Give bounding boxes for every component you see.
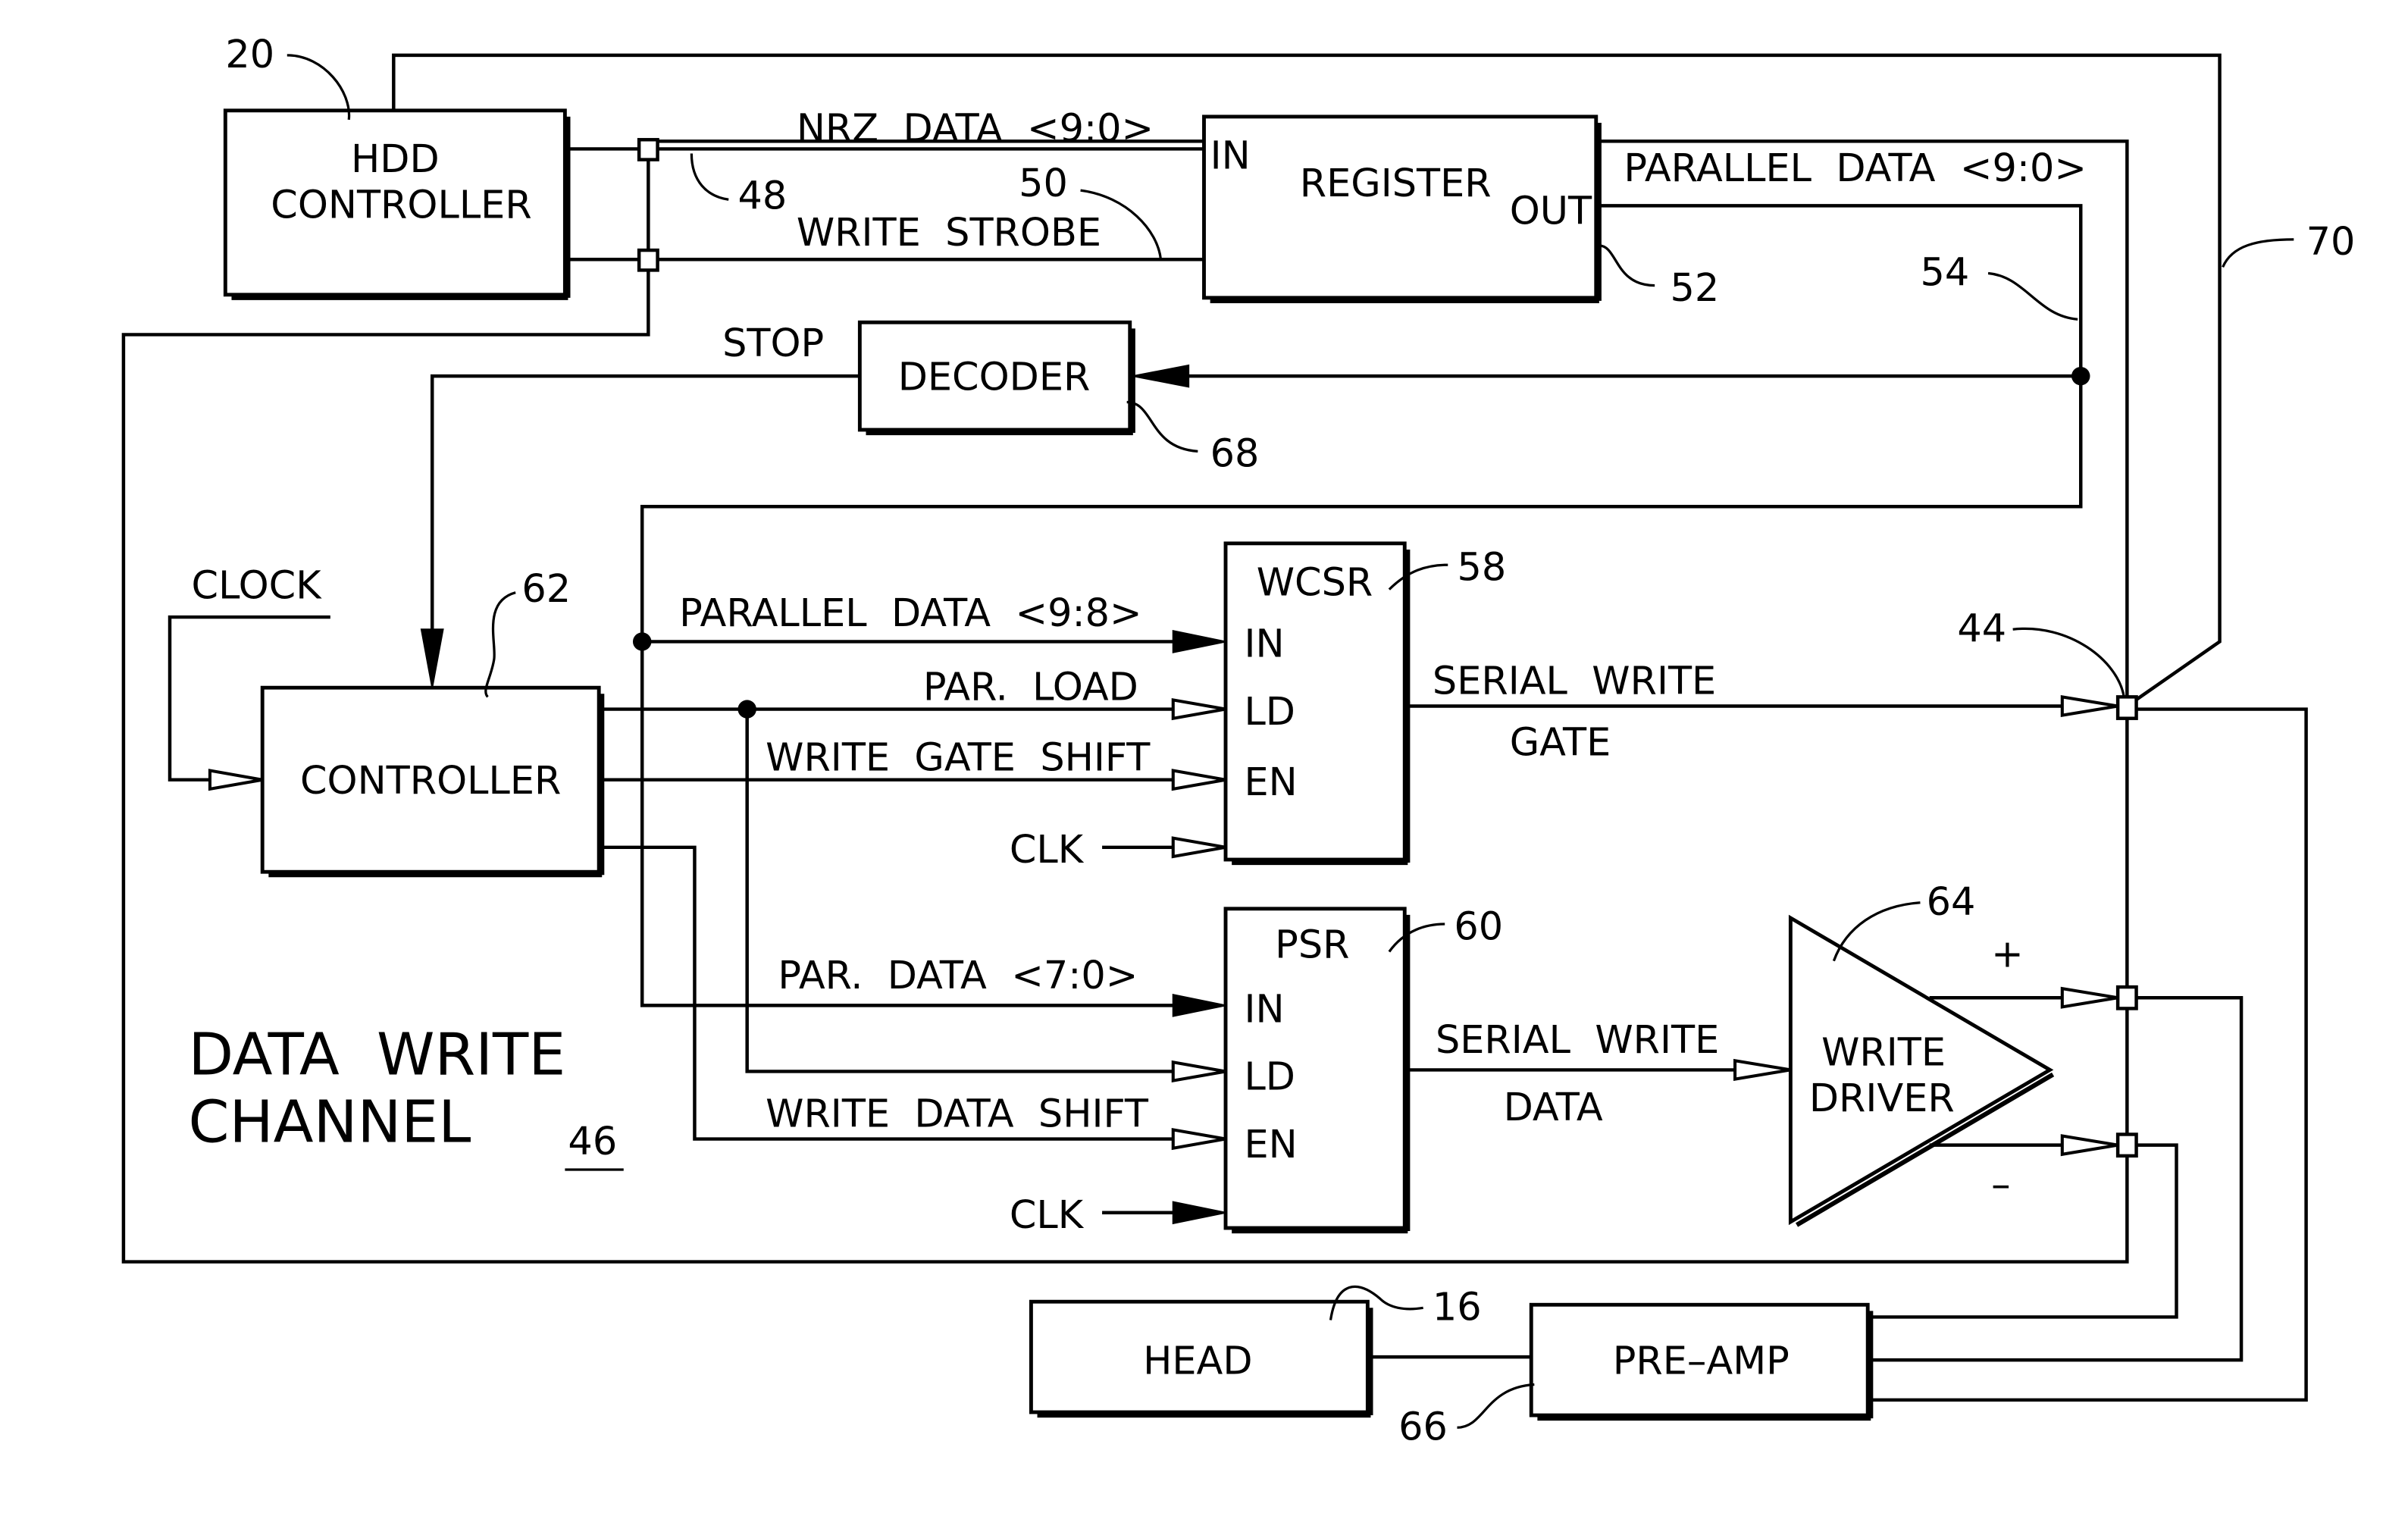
ref-68: 68 bbox=[1210, 431, 1260, 476]
parallel-data-9-0-label: PARALLEL DATA <9:0> bbox=[1624, 146, 2087, 190]
ref-60: 60 bbox=[1454, 904, 1503, 948]
leader-44 bbox=[2012, 627, 2125, 697]
register-out-label: OUT bbox=[1510, 189, 1592, 233]
par-data-7-0-label: PAR. DATA <7:0> bbox=[778, 953, 1138, 998]
psr-clk-label: CLK bbox=[1010, 1192, 1085, 1237]
decoder-block: DECODER bbox=[857, 320, 1135, 436]
write-driver-plus: + bbox=[1991, 932, 2024, 976]
pre-amp-label: PRE–AMP bbox=[1613, 1339, 1790, 1383]
write-driver-minus: – bbox=[1991, 1162, 2010, 1207]
nrz-data-label: NRZ DATA <9:0> bbox=[797, 105, 1154, 150]
arrow-wcsr-in bbox=[1172, 630, 1226, 653]
pre-amp-block: PRE–AMP bbox=[1529, 1302, 1874, 1421]
hdd-controller-label-1: HDD bbox=[351, 136, 440, 181]
leader-48 bbox=[690, 153, 729, 201]
serial-write-data-label-1: SERIAL WRITE bbox=[1436, 1017, 1719, 1062]
arrow-wcsr-en bbox=[1171, 769, 1226, 791]
leader-54 bbox=[1987, 271, 2078, 321]
leader-62 bbox=[484, 591, 516, 698]
wcsr-block: WCSR IN LD EN bbox=[1223, 541, 1411, 866]
serial-write-gate-label-1: SERIAL WRITE bbox=[1433, 658, 1716, 703]
channel-label-2: CHANNEL bbox=[188, 1089, 471, 1157]
write-driver-label-1: WRITE bbox=[1821, 1029, 1946, 1074]
arrow-serial-write-gate bbox=[2060, 694, 2118, 718]
hdd-controller-block: HDD CONTROLLER bbox=[223, 108, 571, 300]
arrow-psr-ld bbox=[1171, 1060, 1226, 1083]
psr-ld-label: LD bbox=[1244, 1054, 1295, 1099]
stop-label: STOP bbox=[722, 321, 824, 365]
arrow-psr-in bbox=[1172, 993, 1226, 1017]
controller-label: CONTROLLER bbox=[300, 758, 561, 803]
ref-70: 70 bbox=[2306, 219, 2356, 264]
wcsr-label: WCSR bbox=[1257, 560, 1373, 605]
hdd-controller-label-2: CONTROLLER bbox=[271, 183, 531, 227]
arrow-serial-write-data bbox=[1733, 1058, 1791, 1081]
head-label: HEAD bbox=[1143, 1339, 1252, 1383]
ref-58: 58 bbox=[1457, 545, 1506, 590]
ref-48: 48 bbox=[737, 174, 787, 218]
leader-52 bbox=[1599, 244, 1655, 287]
ref-50: 50 bbox=[1019, 161, 1068, 205]
ref-44: 44 bbox=[1957, 606, 2006, 651]
wcsr-in-label: IN bbox=[1244, 622, 1284, 666]
serial-write-data-label-2: DATA bbox=[1504, 1085, 1603, 1129]
ref-62: 62 bbox=[521, 566, 571, 611]
leader-70 bbox=[2222, 238, 2294, 268]
ref-52: 52 bbox=[1671, 265, 1720, 310]
register-in-label: IN bbox=[1210, 133, 1251, 178]
terminal-48a bbox=[637, 138, 659, 161]
arrow-driver-minus bbox=[2060, 1134, 2118, 1157]
terminal-minus bbox=[2115, 1132, 2138, 1158]
arrow-wcsr-clk bbox=[1171, 836, 1226, 859]
ref-16: 16 bbox=[1433, 1285, 1482, 1330]
channel-label-1: DATA WRITE bbox=[188, 1021, 565, 1089]
arrow-decoder-in bbox=[1132, 364, 1190, 388]
ref-64: 64 bbox=[1927, 879, 1976, 924]
controller-block: CONTROLLER bbox=[260, 685, 605, 878]
psr-block: PSR IN LD EN bbox=[1223, 907, 1411, 1234]
ref-46: 46 bbox=[568, 1119, 617, 1164]
terminal-44 bbox=[2115, 695, 2138, 720]
register-block: IN REGISTER OUT bbox=[1202, 114, 1602, 303]
write-gate-shift-label: WRITE GATE SHIFT bbox=[766, 735, 1151, 780]
arrow-clock bbox=[208, 769, 263, 791]
head-block: HEAD bbox=[1029, 1299, 1373, 1418]
psr-label: PSR bbox=[1275, 923, 1349, 967]
leader-66 bbox=[1457, 1383, 1535, 1429]
write-strobe-label: WRITE STROBE bbox=[797, 210, 1101, 255]
terminal-48b bbox=[637, 248, 659, 272]
register-label: REGISTER bbox=[1300, 161, 1492, 205]
ref-20: 20 bbox=[225, 32, 274, 77]
arrow-stop bbox=[420, 628, 444, 688]
clock-label: CLOCK bbox=[192, 563, 323, 608]
wire-minus-to-preamp bbox=[1871, 1143, 2178, 1319]
arrow-psr-clk bbox=[1172, 1201, 1226, 1225]
decoder-label: DECODER bbox=[898, 354, 1091, 399]
arrow-driver-plus bbox=[2060, 986, 2118, 1009]
arrow-psr-en bbox=[1171, 1127, 1226, 1151]
par-load-label: PAR. LOAD bbox=[923, 665, 1138, 710]
ref-66: 66 bbox=[1398, 1405, 1448, 1449]
leader-68 bbox=[1126, 400, 1198, 453]
wcsr-ld-label: LD bbox=[1244, 689, 1295, 734]
serial-write-gate-label-2: GATE bbox=[1510, 719, 1611, 764]
arrow-wcsr-ld bbox=[1171, 697, 1226, 721]
ref-54: 54 bbox=[1920, 250, 1969, 295]
psr-in-label: IN bbox=[1244, 987, 1284, 1032]
wcsr-en-label: EN bbox=[1244, 760, 1297, 804]
parallel-data-9-8-label: PARALLEL DATA <9:8> bbox=[679, 591, 1142, 635]
write-driver-label-2: DRIVER bbox=[1809, 1076, 1955, 1120]
terminal-plus bbox=[2115, 985, 2138, 1010]
write-data-shift-label: WRITE DATA SHIFT bbox=[766, 1091, 1149, 1136]
wcsr-clk-label: CLK bbox=[1010, 827, 1085, 872]
psr-en-label: EN bbox=[1244, 1122, 1297, 1167]
data-write-channel-diagram: HDD CONTROLLER 20 NRZ DATA <9:0> WRITE S… bbox=[121, 32, 2356, 1449]
